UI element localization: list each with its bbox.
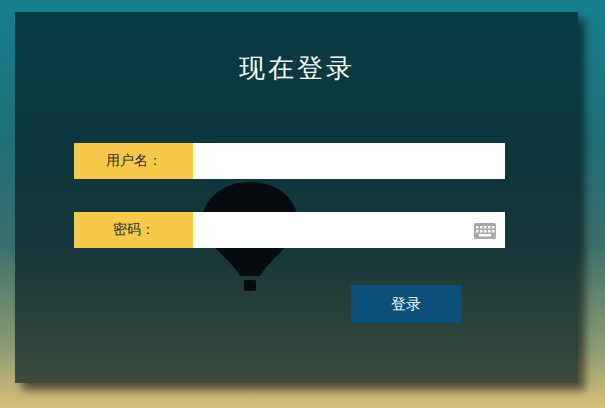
login-panel: 现在登录用户名： 密码： 登录 bbox=[15, 12, 578, 383]
login-button[interactable]: 登录 bbox=[351, 285, 461, 323]
field-box bbox=[193, 143, 505, 179]
page-title: 现在登录 bbox=[15, 52, 578, 84]
form-row: 用户名： bbox=[74, 143, 578, 179]
form-row: 密码： bbox=[74, 212, 578, 248]
username-input[interactable] bbox=[193, 143, 505, 179]
field-label: 用户名： bbox=[74, 143, 193, 179]
field-box bbox=[193, 212, 505, 248]
password-input[interactable] bbox=[193, 212, 505, 248]
field-label: 密码： bbox=[74, 212, 193, 248]
keyboard-icon[interactable] bbox=[474, 223, 496, 239]
